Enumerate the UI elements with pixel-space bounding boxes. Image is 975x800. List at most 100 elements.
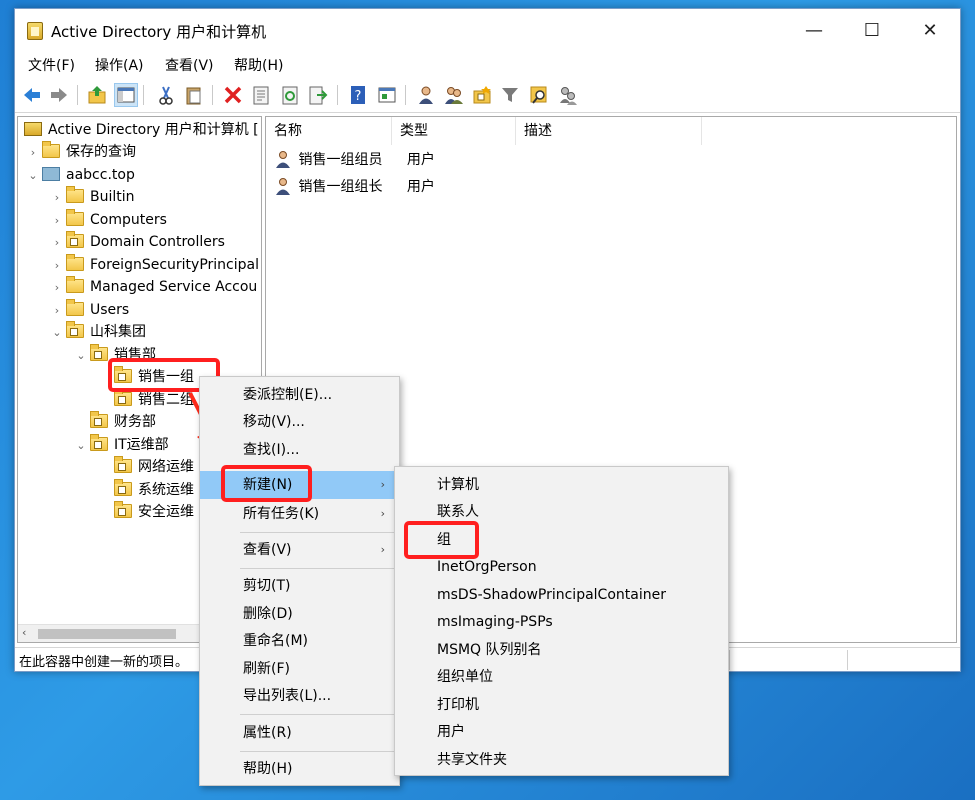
status-divider xyxy=(729,650,730,670)
tree-ou-network-ops[interactable]: 网络运维 xyxy=(96,456,194,478)
tree-domain[interactable]: ⌄ aabcc.top xyxy=(24,164,135,186)
up-folder-icon[interactable] xyxy=(86,84,108,106)
tree-ou-finance[interactable]: 财务部 xyxy=(72,411,156,433)
scrollbar-thumb[interactable] xyxy=(38,629,176,639)
folder-icon xyxy=(66,209,84,226)
tree-saved-queries[interactable]: › 保存的查询 xyxy=(24,141,136,163)
menu-action[interactable]: 操作(A) xyxy=(95,55,144,75)
submenu-item-shadow-principal-container[interactable]: msDS-ShadowPrincipalContainer xyxy=(395,582,728,609)
cut-icon[interactable] xyxy=(155,84,177,106)
menu-item-refresh[interactable]: 刷新(F) xyxy=(200,655,399,683)
tree-ou-sales-group-2[interactable]: 销售二组 xyxy=(96,389,194,411)
expand-arrow-icon[interactable]: › xyxy=(48,210,66,232)
expand-arrow-icon[interactable]: › xyxy=(48,232,66,254)
svg-text:?: ? xyxy=(355,89,362,104)
tree-ou-it-ops[interactable]: ⌄ IT运维部 xyxy=(72,434,169,456)
column-header-description[interactable]: 描述 xyxy=(516,117,702,145)
collapse-arrow-icon[interactable]: ⌄ xyxy=(24,165,42,187)
tree-ou-system-ops[interactable]: 系统运维 xyxy=(96,479,194,501)
menu-file[interactable]: 文件(F) xyxy=(28,55,75,75)
expand-arrow-icon[interactable]: › xyxy=(48,277,66,299)
tree-ou-shanke-group[interactable]: ⌄ 山科集团 xyxy=(48,321,146,343)
folder-icon xyxy=(66,299,84,316)
menu-view[interactable]: 查看(V) xyxy=(165,55,214,75)
menu-separator xyxy=(240,568,395,569)
menu-item-all-tasks[interactable]: 所有任务(K) › xyxy=(200,500,399,528)
export-list-icon[interactable] xyxy=(307,84,329,106)
tree-computers[interactable]: › Computers xyxy=(48,209,167,231)
list-item[interactable]: 销售一组组员 用户 xyxy=(274,147,435,173)
submenu-item-msimaging-psps[interactable]: msImaging-PSPs xyxy=(395,609,728,636)
submenu-item-msmq-alias[interactable]: MSMQ 队列别名 xyxy=(395,637,728,664)
add-to-group-icon[interactable] xyxy=(557,84,579,106)
menu-item-help[interactable]: 帮助(H) xyxy=(200,755,399,783)
context-menu: 委派控制(E)... 移动(V)... 查找(I)... 新建(N) › 所有任务… xyxy=(199,376,400,786)
expand-arrow-icon[interactable]: › xyxy=(48,255,66,277)
tree-ou-security-ops[interactable]: 安全运维 xyxy=(96,501,194,523)
submenu-item-shared-folder[interactable]: 共享文件夹 xyxy=(395,747,728,774)
tree-root[interactable]: Active Directory 用户和计算机 [ xyxy=(24,119,259,141)
highlight-box-new xyxy=(221,465,312,502)
menu-item-delegate[interactable]: 委派控制(E)... xyxy=(200,381,399,409)
refresh-icon[interactable] xyxy=(279,84,301,106)
submenu-item-printer[interactable]: 打印机 xyxy=(395,692,728,719)
filter-icon[interactable] xyxy=(499,84,521,106)
submenu-item-user[interactable]: 用户 xyxy=(395,719,728,746)
menu-item-view[interactable]: 查看(V) › xyxy=(200,536,399,564)
menu-item-find[interactable]: 查找(I)... xyxy=(200,436,399,464)
tree-users[interactable]: › Users xyxy=(48,299,129,321)
ou-folder-icon xyxy=(90,344,108,361)
title-bar[interactable]: Active Directory 用户和计算机 — ☐ ✕ xyxy=(15,9,960,53)
menu-item-rename[interactable]: 重命名(M) xyxy=(200,627,399,655)
tree-foreign-security-principals[interactable]: › ForeignSecurityPrincipal xyxy=(48,254,259,276)
help-icon[interactable]: ? xyxy=(347,84,369,106)
list-item-type: 用户 xyxy=(406,152,435,168)
folder-icon xyxy=(42,141,60,158)
maximize-button[interactable]: ☐ xyxy=(843,9,901,53)
forward-icon[interactable] xyxy=(48,84,70,106)
window-title: Active Directory 用户和计算机 xyxy=(51,23,267,41)
new-user-icon[interactable] xyxy=(415,84,437,106)
menu-item-delete[interactable]: 删除(D) xyxy=(200,600,399,628)
collapse-arrow-icon[interactable]: ⌄ xyxy=(72,345,90,367)
ou-folder-icon xyxy=(66,231,84,248)
ad-console-icon xyxy=(24,122,42,136)
expand-arrow-icon[interactable]: › xyxy=(48,300,66,322)
user-icon xyxy=(274,150,292,168)
console-window-icon[interactable] xyxy=(376,84,398,106)
collapse-arrow-icon[interactable]: ⌄ xyxy=(72,435,90,457)
menu-item-export[interactable]: 导出列表(L)... xyxy=(200,682,399,710)
new-ou-icon[interactable] xyxy=(471,84,493,106)
find-icon[interactable] xyxy=(528,84,550,106)
menu-item-properties[interactable]: 属性(R) xyxy=(200,719,399,747)
collapse-arrow-icon[interactable]: ⌄ xyxy=(48,322,66,344)
submenu-item-computer[interactable]: 计算机 xyxy=(395,472,728,499)
tree-domain-controllers[interactable]: › Domain Controllers xyxy=(48,231,225,253)
status-divider xyxy=(847,650,848,670)
list-item[interactable]: 销售一组组长 用户 xyxy=(274,174,435,200)
toolbar-separator xyxy=(77,85,78,105)
close-button[interactable]: ✕ xyxy=(901,9,959,53)
ou-folder-icon xyxy=(114,389,132,406)
expand-arrow-icon[interactable]: › xyxy=(48,187,66,209)
paste-icon[interactable] xyxy=(183,84,205,106)
column-header-name[interactable]: 名称 xyxy=(266,117,392,145)
delete-icon[interactable] xyxy=(222,84,244,106)
app-icon xyxy=(27,22,43,40)
menu-help[interactable]: 帮助(H) xyxy=(234,55,283,75)
submenu-item-ou[interactable]: 组织单位 xyxy=(395,664,728,691)
minimize-button[interactable]: — xyxy=(785,9,843,53)
list-item-name: 销售一组组长 xyxy=(298,179,383,195)
tree-builtin[interactable]: › Builtin xyxy=(48,186,135,208)
new-group-icon[interactable] xyxy=(443,84,465,106)
tree-managed-service-accounts[interactable]: › Managed Service Accou xyxy=(48,276,257,298)
properties-sheet-icon[interactable] xyxy=(250,84,272,106)
ou-folder-icon xyxy=(114,501,132,518)
column-header-type[interactable]: 类型 xyxy=(392,117,516,145)
expand-arrow-icon[interactable]: › xyxy=(24,142,42,164)
menu-item-move[interactable]: 移动(V)... xyxy=(200,408,399,436)
back-icon[interactable] xyxy=(21,84,43,106)
menu-item-cut[interactable]: 剪切(T) xyxy=(200,572,399,600)
show-hide-tree-icon[interactable] xyxy=(114,83,138,107)
scroll-left-icon[interactable]: ‹ xyxy=(22,626,26,639)
